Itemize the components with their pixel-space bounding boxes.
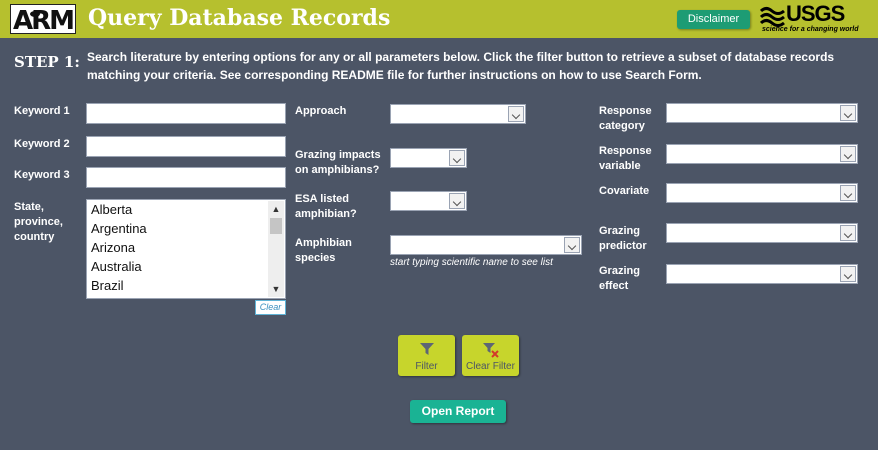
scroll-down-icon[interactable]: ▼	[268, 281, 284, 297]
keyword3-input[interactable]	[86, 167, 286, 188]
approach-label: Approach	[295, 105, 347, 117]
approach-select[interactable]	[390, 104, 526, 124]
grazing-effect-label: Grazing effect	[599, 265, 640, 292]
chevron-down-icon[interactable]	[840, 266, 856, 282]
filter-button[interactable]: Filter	[398, 335, 455, 376]
usgs-wordmark: USGS	[786, 1, 845, 26]
usgs-logo: USGS science for a changing world	[760, 1, 859, 36]
filter-button-label: Filter	[415, 361, 438, 372]
chevron-down-icon[interactable]	[840, 225, 856, 241]
response-category-label: Response category	[599, 105, 652, 132]
grazing-impacts-label: Grazing impacts on amphibians?	[295, 149, 381, 176]
esa-select[interactable]	[390, 191, 467, 211]
clear-filter-button[interactable]: Clear Filter	[462, 335, 519, 376]
disclaimer-button[interactable]: Disclaimer	[677, 10, 750, 29]
chevron-down-icon[interactable]	[564, 237, 580, 253]
covariate-select[interactable]	[666, 183, 858, 203]
species-hint: start typing scientific name to see list	[390, 257, 553, 268]
chevron-down-icon[interactable]	[449, 193, 465, 209]
covariate-label: Covariate	[599, 185, 650, 197]
scroll-thumb[interactable]	[270, 218, 282, 234]
page-title: Query Database Records	[88, 5, 391, 31]
step-label: STEP 1:	[14, 53, 80, 71]
chevron-down-icon[interactable]	[508, 106, 524, 122]
list-item[interactable]: Alberta	[87, 200, 285, 219]
list-item[interactable]: Argentina	[87, 219, 285, 238]
keyword1-label: Keyword 1	[14, 105, 70, 117]
step-instructions: Search literature by entering options fo…	[87, 50, 835, 82]
header-bar: ARMI Query Database Records Disclaimer U…	[0, 0, 878, 38]
armi-logo: ARMI	[10, 4, 76, 34]
grazing-impacts-select[interactable]	[390, 148, 467, 168]
clear-filter-icon	[482, 342, 500, 361]
clear-filter-button-label: Clear Filter	[466, 361, 515, 372]
usgs-wave-icon	[760, 7, 785, 27]
chevron-down-icon[interactable]	[840, 185, 856, 201]
esa-label: ESA listed amphibian?	[295, 193, 357, 220]
location-listbox[interactable]: Alberta Argentina Arizona Australia Braz…	[86, 199, 286, 299]
location-label: State, province, country	[14, 201, 63, 243]
list-item[interactable]: Arizona	[87, 238, 285, 257]
chevron-down-icon[interactable]	[840, 105, 856, 121]
response-variable-label: Response variable	[599, 145, 652, 172]
response-category-select[interactable]	[666, 103, 858, 123]
clear-location-button[interactable]: Clear	[255, 300, 286, 315]
keyword2-input[interactable]	[86, 136, 286, 157]
keyword1-input[interactable]	[86, 103, 286, 124]
listbox-scrollbar[interactable]: ▲ ▼	[268, 201, 284, 297]
chevron-down-icon[interactable]	[449, 150, 465, 166]
species-label: Amphibian species	[295, 237, 352, 264]
open-report-button[interactable]: Open Report	[410, 400, 506, 423]
keyword3-label: Keyword 3	[14, 169, 70, 181]
scroll-up-icon[interactable]: ▲	[268, 201, 284, 217]
list-item[interactable]: Australia	[87, 257, 285, 276]
filter-icon	[419, 342, 435, 359]
chevron-down-icon[interactable]	[840, 146, 856, 162]
response-variable-select[interactable]	[666, 144, 858, 164]
species-combobox[interactable]	[390, 235, 582, 255]
grazing-effect-select[interactable]	[666, 264, 858, 284]
list-item[interactable]: Brazil	[87, 276, 285, 295]
keyword2-label: Keyword 2	[14, 138, 70, 150]
usgs-tagline: science for a changing world	[762, 26, 859, 33]
svg-text:ARMI: ARMI	[13, 6, 75, 33]
grazing-predictor-select[interactable]	[666, 223, 858, 243]
grazing-predictor-label: Grazing predictor	[599, 225, 647, 252]
